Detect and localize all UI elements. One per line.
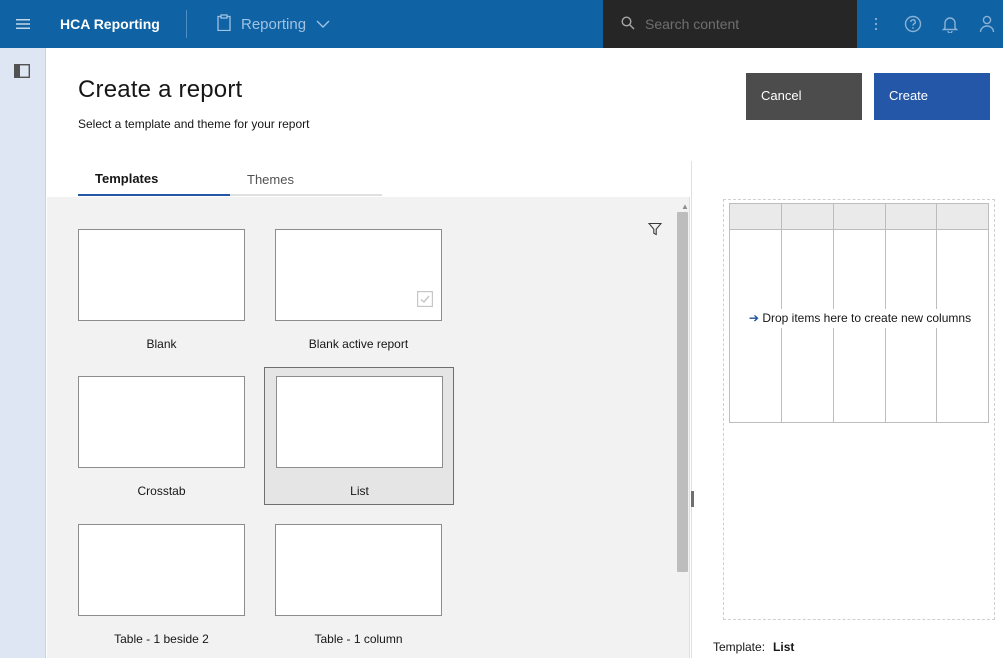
scrollbar-thumb[interactable] (677, 212, 688, 572)
page-title: Create a report (78, 76, 243, 103)
tab-bar: Templates Themes (78, 162, 382, 196)
template-label: List (350, 484, 369, 498)
template-caption: Template: List (713, 640, 794, 654)
hamburger-menu-icon[interactable] (0, 0, 46, 48)
template-card-blank[interactable]: Blank (78, 229, 268, 366)
drop-zone-message[interactable]: ➔ Drop items here to create new columns (741, 309, 979, 328)
template-card-table-1-beside-2[interactable]: Table - 1 beside 2 (78, 524, 268, 661)
active-report-check-icon (417, 291, 434, 312)
user-avatar-icon[interactable] (968, 0, 1003, 48)
template-label: Table - 1 column (314, 632, 403, 646)
filter-icon[interactable] (647, 222, 663, 241)
list-header-row (730, 204, 988, 230)
template-label: Blank (146, 337, 177, 351)
template-thumbnail (275, 524, 442, 616)
top-bar: HCA Reporting Reporting Search content (0, 0, 1003, 48)
cancel-button[interactable]: Cancel (746, 73, 862, 120)
template-thumbnail (78, 524, 245, 616)
template-label: Table - 1 beside 2 (114, 632, 209, 646)
topbar-divider (186, 10, 187, 38)
template-card-list[interactable]: List (264, 367, 454, 505)
app-title[interactable]: HCA Reporting (46, 16, 186, 32)
drop-zone-text: Drop items here to create new columns (762, 311, 972, 325)
search-placeholder: Search content (645, 16, 740, 32)
template-thumbnail (275, 229, 442, 321)
chevron-down-icon (316, 16, 330, 33)
create-button[interactable]: Create (874, 73, 990, 120)
template-label: Blank active report (308, 337, 409, 351)
notification-bell-icon[interactable] (931, 0, 968, 48)
search-icon (621, 15, 635, 33)
side-panel-toggle-icon[interactable] (13, 63, 31, 83)
template-thumbnail (78, 376, 245, 468)
template-card-blank-active-report[interactable]: Blank active report (275, 229, 465, 366)
template-gallery: Blank Blank active report Crosstab List … (47, 197, 690, 658)
template-card-table-1-column[interactable]: Table - 1 column (275, 524, 465, 661)
clipboard-icon (217, 13, 231, 35)
left-rail (0, 48, 46, 658)
page-subtitle: Select a template and theme for your rep… (78, 117, 310, 131)
tab-templates[interactable]: Templates (78, 162, 230, 196)
drop-arrow-icon: ➔ (748, 311, 759, 325)
module-label: Reporting (241, 15, 307, 33)
module-switcher[interactable]: Reporting (217, 13, 330, 35)
template-thumbnail (276, 376, 443, 468)
search-input[interactable]: Search content (603, 0, 857, 48)
scroll-up-arrow-icon[interactable]: ▲ (681, 202, 689, 211)
top-icons (857, 0, 1003, 48)
pane-splitter[interactable] (691, 161, 699, 658)
more-options-icon[interactable] (857, 0, 894, 48)
splitter-grip-icon[interactable] (691, 491, 694, 507)
template-thumbnail (78, 229, 245, 321)
template-label: Crosstab (137, 484, 186, 498)
tab-themes[interactable]: Themes (230, 162, 382, 196)
template-caption-label: Template: (713, 640, 766, 654)
help-icon[interactable] (894, 0, 931, 48)
template-card-crosstab[interactable]: Crosstab (78, 376, 268, 513)
template-caption-value: List (773, 640, 795, 654)
